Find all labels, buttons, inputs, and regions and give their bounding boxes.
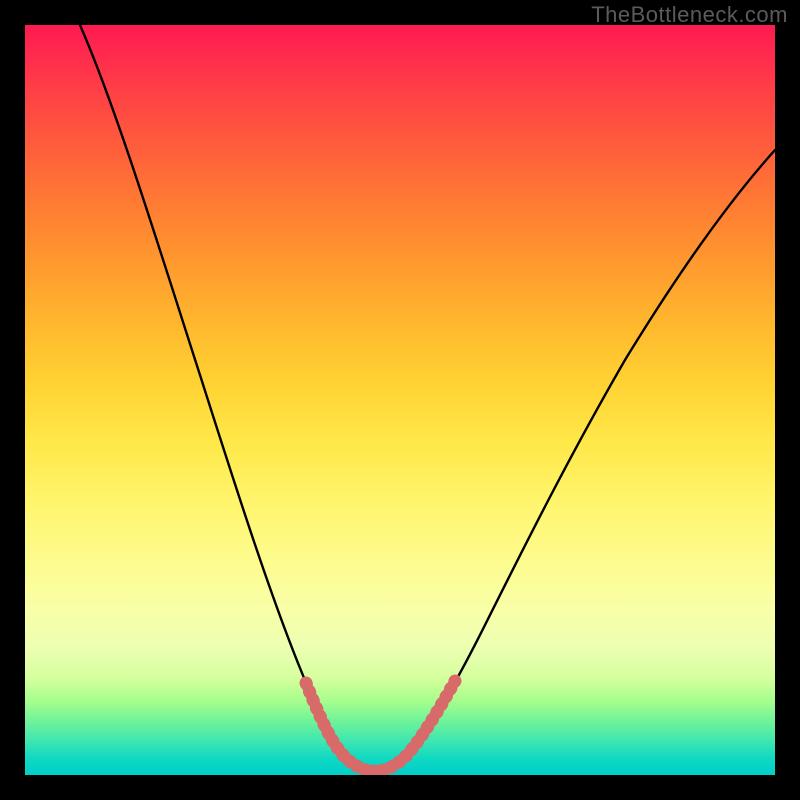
optimal-zone-marker-fill [306, 681, 455, 771]
chart-frame: TheBottleneck.com [0, 0, 800, 800]
watermark-text: TheBottleneck.com [591, 2, 788, 28]
bottleneck-curve-svg [25, 25, 775, 775]
plot-area [25, 25, 775, 775]
bottleneck-curve-path [80, 25, 775, 771]
